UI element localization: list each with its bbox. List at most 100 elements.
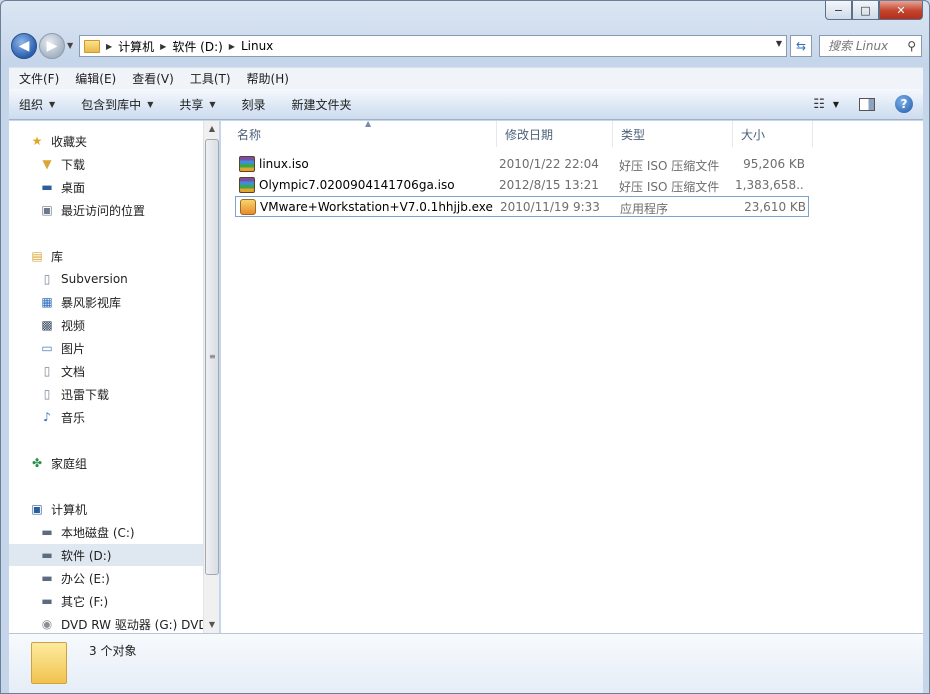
- table-row[interactable]: VMware+Workstation+V7.0.1hhjjb.exe 2010/…: [235, 196, 809, 217]
- refresh-button[interactable]: ⇆: [790, 35, 812, 57]
- column-header-label: 大小: [741, 127, 766, 142]
- file-date: 2010/11/19 9:33: [500, 200, 600, 214]
- nav-item-label: 文档: [61, 364, 86, 379]
- help-icon[interactable]: ?: [895, 95, 913, 113]
- library-icon: ▤: [31, 249, 43, 263]
- include-in-library-button[interactable]: 包含到库中 ▼: [81, 96, 153, 113]
- chevron-right-icon[interactable]: ▶: [106, 42, 112, 51]
- caret-down-icon: ▼: [209, 99, 216, 109]
- share-button[interactable]: 共享 ▼: [179, 96, 215, 113]
- column-header-size[interactable]: 大小: [733, 121, 813, 147]
- new-folder-label: 新建文件夹: [291, 97, 352, 112]
- folder-icon: [84, 39, 100, 53]
- navigation-scrollbar[interactable]: ▲ ≡ ▼: [203, 121, 219, 633]
- scroll-down-icon[interactable]: ▼: [204, 617, 220, 633]
- homegroup-icon: ✤: [31, 456, 43, 470]
- file-size: 95,206 KB: [743, 157, 805, 171]
- search-box[interactable]: ⚲: [819, 35, 922, 57]
- close-button[interactable]: ✕: [879, 1, 923, 20]
- caret-down-icon: ▼: [49, 99, 56, 109]
- item-count: 3 个对象: [89, 644, 137, 658]
- media-library-icon: ▦: [41, 295, 53, 309]
- caret-down-icon: ▼: [147, 99, 154, 109]
- burn-button[interactable]: 刻录: [242, 96, 266, 113]
- nav-item-subversion[interactable]: ▯ Subversion: [9, 268, 203, 290]
- nav-item-label: 最近访问的位置: [61, 203, 146, 218]
- nav-item-label: 下载: [61, 157, 86, 172]
- nav-item-desktop[interactable]: ▬ 桌面: [9, 176, 203, 198]
- column-header-type[interactable]: 类型: [613, 121, 733, 147]
- chevron-right-icon[interactable]: ▶: [229, 42, 235, 51]
- forward-button[interactable]: ▶: [39, 33, 65, 59]
- minimize-button[interactable]: −: [825, 1, 852, 20]
- menu-bar: 文件(F) 编辑(E) 查看(V) 工具(T) 帮助(H): [9, 67, 923, 89]
- arrow-right-icon: ▶: [46, 38, 58, 54]
- burn-label: 刻录: [241, 97, 266, 112]
- recent-pages-dropdown[interactable]: ▼: [67, 41, 73, 50]
- file-type: 好压 ISO 压缩文件: [619, 180, 720, 194]
- organize-button[interactable]: 组织 ▼: [19, 96, 55, 113]
- nav-item-recent-places[interactable]: ▣ 最近访问的位置: [9, 199, 203, 221]
- nav-item-pictures[interactable]: ▭ 图片: [9, 337, 203, 359]
- nav-item-baofeng-library[interactable]: ▦ 暴风影视库: [9, 291, 203, 313]
- breadcrumb-drive-d[interactable]: 软件 (D:): [172, 38, 222, 55]
- new-folder-button[interactable]: 新建文件夹: [292, 96, 352, 113]
- nav-item-documents[interactable]: ▯ 文档: [9, 360, 203, 382]
- nav-item-music[interactable]: ♪ 音乐: [9, 406, 203, 428]
- search-input[interactable]: [826, 38, 902, 54]
- nav-item-drive-f[interactable]: ▬ 其它 (F:): [9, 590, 203, 612]
- back-button[interactable]: ◀: [11, 33, 37, 59]
- view-options-icon[interactable]: ☷: [813, 97, 825, 112]
- nav-homegroup-label: 家庭组: [51, 456, 88, 471]
- nav-item-drive-d[interactable]: ▬ 软件 (D:): [9, 544, 203, 566]
- nav-item-dvd-drive[interactable]: ◉ DVD RW 驱动器 (G:) DVD: [9, 613, 203, 633]
- menu-edit[interactable]: 编辑(E): [67, 70, 124, 87]
- file-name: linux.iso: [259, 157, 309, 171]
- file-size: 1,383,658...: [735, 178, 805, 192]
- breadcrumb-linux[interactable]: Linux: [241, 39, 273, 53]
- column-header-label: 类型: [621, 127, 646, 142]
- preview-pane-icon[interactable]: [859, 97, 875, 111]
- nav-item-label: 图片: [61, 341, 86, 356]
- desktop-icon: ▬: [41, 180, 53, 194]
- details-pane: 3 个对象: [9, 633, 923, 693]
- nav-libraries[interactable]: ▤ 库: [9, 245, 203, 267]
- nav-favorites[interactable]: ★ 收藏夹: [9, 130, 203, 152]
- menu-help[interactable]: 帮助(H): [239, 70, 297, 87]
- nav-item-label: DVD RW 驱动器 (G:) DVD: [61, 617, 203, 632]
- chevron-right-icon[interactable]: ▶: [160, 42, 166, 51]
- menu-view[interactable]: 查看(V): [124, 70, 182, 87]
- address-bar[interactable]: ▶ 计算机 ▶ 软件 (D:) ▶ Linux ▼: [79, 35, 787, 57]
- file-date: 2010/1/22 22:04: [499, 157, 599, 171]
- table-row[interactable]: linux.iso 2010/1/22 22:04 好压 ISO 压缩文件 95…: [235, 154, 809, 175]
- address-dropdown-icon[interactable]: ▼: [776, 39, 782, 48]
- scroll-up-icon[interactable]: ▲: [204, 121, 220, 137]
- nav-item-downloads[interactable]: ▼ 下载: [9, 153, 203, 175]
- file-size: 23,610 KB: [744, 200, 806, 214]
- maximize-button[interactable]: □: [852, 1, 879, 20]
- music-note-icon: ♪: [43, 410, 51, 424]
- nav-item-thunder-downloads[interactable]: ▯ 迅雷下载: [9, 383, 203, 405]
- scrollbar-thumb[interactable]: ≡: [205, 139, 219, 575]
- view-dropdown-icon[interactable]: ▼: [833, 100, 839, 109]
- nav-item-label: 视频: [61, 318, 86, 333]
- table-row[interactable]: Olympic7.0200904141706ga.iso 2012/8/15 1…: [235, 175, 809, 196]
- pictures-icon: ▭: [41, 341, 53, 355]
- nav-item-drive-c[interactable]: ▬ 本地磁盘 (C:): [9, 521, 203, 543]
- breadcrumb-computer[interactable]: 计算机: [118, 38, 154, 55]
- application-icon: [240, 199, 256, 215]
- nav-item-drive-e[interactable]: ▬ 办公 (E:): [9, 567, 203, 589]
- menu-tools[interactable]: 工具(T): [182, 70, 239, 87]
- share-label: 共享: [179, 97, 204, 112]
- column-header-date[interactable]: 修改日期: [497, 121, 613, 147]
- grip-icon: ≡: [209, 352, 216, 361]
- file-name: Olympic7.0200904141706ga.iso: [259, 178, 455, 192]
- menu-file[interactable]: 文件(F): [11, 70, 67, 87]
- search-icon[interactable]: ⚲: [907, 39, 916, 53]
- column-header-label: 名称: [237, 127, 262, 142]
- system-drive-icon: ▬: [41, 525, 53, 539]
- nav-computer[interactable]: ▣ 计算机: [9, 498, 203, 520]
- column-header-name[interactable]: 名称 ▲: [229, 119, 497, 147]
- nav-item-videos[interactable]: ▩ 视频: [9, 314, 203, 336]
- nav-homegroup[interactable]: ✤ 家庭组: [9, 452, 203, 474]
